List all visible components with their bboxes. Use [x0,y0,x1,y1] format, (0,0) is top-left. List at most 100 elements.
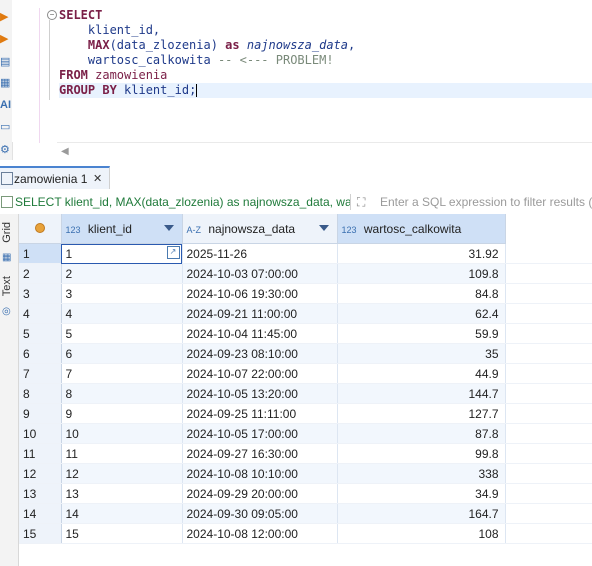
table-row[interactable]: 12 12 2024-10-08 10:10:00 338 [19,463,592,484]
cell-wartosc-calkowita[interactable]: 127.7 [337,403,506,424]
sql-code[interactable]: SELECT klient_id, MAX(data_zlozenia) as … [59,8,355,98]
cell-najnowsza-data[interactable]: 2024-09-23 08:10:00 [182,343,338,364]
row-number: 4 [19,303,62,324]
text-view-tab[interactable]: Text [1,276,13,296]
cell-klient-id[interactable]: 3 [61,283,183,304]
cell-wartosc-calkowita[interactable]: 164.7 [337,503,506,524]
cell-najnowsza-data[interactable]: 2024-10-08 10:10:00 [182,463,338,484]
close-tab-icon[interactable]: ✕ [93,169,102,189]
folder-icon[interactable]: ▭ [0,120,12,134]
code-line[interactable]: klient_id, [59,23,355,38]
record-icon[interactable]: ◎ [2,306,11,317]
cell-najnowsza-data[interactable]: 2024-10-05 17:00:00 [182,423,338,444]
cell-value: 5 [23,326,30,341]
table-row[interactable]: 7 7 2024-10-07 22:00:00 44.9 [19,363,592,384]
table-row[interactable]: 10 10 2024-10-05 17:00:00 87.8 [19,423,592,444]
select-all-corner[interactable] [19,214,62,244]
filter-expand-icon[interactable]: ⛶ [357,190,365,214]
ai-assistant-icon[interactable]: AI [0,98,12,112]
cell-value: 9 [23,406,30,421]
cell-klient-id[interactable]: 6 [61,343,183,364]
cell-wartosc-calkowita[interactable]: 31.92 [337,243,506,264]
table-row[interactable]: 4 4 2024-09-21 11:00:00 62.4 [19,303,592,324]
explain-plan-icon[interactable]: ▤ [0,55,12,69]
cell-klient-id[interactable]: 4 [61,303,183,324]
cell-klient-id[interactable]: 2 [61,263,183,284]
column-header-klient-id[interactable]: 123 klient_id [61,214,183,244]
cell-klient-id[interactable]: 14 [61,503,183,524]
sql-editor[interactable]: − SELECT klient_id, MAX(data_zlozenia) a… [12,0,592,143]
cell-najnowsza-data[interactable]: 2024-09-29 20:00:00 [182,483,338,504]
code-line[interactable]: GROUP BY klient_id; [59,83,355,98]
column-header-wartosc-calkowita[interactable]: 123 wartosc_calkowita [337,214,506,244]
cell-klient-id[interactable]: 13 [61,483,183,504]
tab-results[interactable]: zamowienia 1 ✕ [0,166,110,189]
sort-dropdown-icon[interactable] [163,225,174,231]
cell-najnowsza-data[interactable]: 2024-10-06 19:30:00 [182,283,338,304]
execute-icon[interactable]: ▶ [0,10,12,24]
table-row[interactable]: 5 5 2024-10-04 11:45:00 59.9 [19,323,592,344]
cell-klient-id[interactable]: 1 ↗ [61,243,183,264]
open-value-editor-icon[interactable]: ↗ [166,246,180,259]
cell-najnowsza-data[interactable]: 2024-10-08 12:00:00 [182,523,338,544]
cell-klient-id[interactable]: 7 [61,363,183,384]
table-row[interactable]: 6 6 2024-09-23 08:10:00 35 [19,343,592,364]
execute-script-icon[interactable]: ▶ [0,32,12,46]
cell-klient-id[interactable]: 11 [61,443,183,464]
table-row[interactable]: 13 13 2024-09-29 20:00:00 34.9 [19,483,592,504]
table-row[interactable]: 3 3 2024-10-06 19:30:00 84.8 [19,283,592,304]
cell-najnowsza-data[interactable]: 2024-10-05 13:20:00 [182,383,338,404]
grid-view-tab[interactable]: Grid [1,222,13,243]
cell-wartosc-calkowita[interactable]: 44.9 [337,363,506,384]
format-icon[interactable]: ▦ [0,76,12,90]
cell-wartosc-calkowita[interactable]: 99.8 [337,443,506,464]
cell-najnowsza-data[interactable]: 2024-10-03 07:00:00 [182,263,338,284]
cell-klient-id[interactable]: 10 [61,423,183,444]
results-grid[interactable]: 123 klient_id A-Z najnowsza_data 123 war… [19,214,592,566]
cell-najnowsza-data[interactable]: 2024-09-21 11:00:00 [182,303,338,324]
cell-najnowsza-data[interactable]: 2025-11-26 [182,243,338,264]
cell-wartosc-calkowita[interactable]: 35 [337,343,506,364]
code-line[interactable]: FROM zamowienia [59,68,355,83]
cell-najnowsza-data[interactable]: 2024-10-07 22:00:00 [182,363,338,384]
table-row[interactable]: 11 11 2024-09-27 16:30:00 99.8 [19,443,592,464]
cell-wartosc-calkowita[interactable]: 109.8 [337,263,506,284]
cell-najnowsza-data[interactable]: 2024-10-04 11:45:00 [182,323,338,344]
table-row[interactable]: 1 1 ↗ 2025-11-26 31.92 [19,243,592,264]
table-row[interactable]: 8 8 2024-10-05 13:20:00 144.7 [19,383,592,404]
table-row[interactable]: 2 2 2024-10-03 07:00:00 109.8 [19,263,592,284]
cell-najnowsza-data[interactable]: 2024-09-25 11:11:00 [182,403,338,424]
cell-klient-id[interactable]: 8 [61,383,183,404]
code-line[interactable]: MAX(data_zlozenia) as najnowsza_data, [59,38,355,53]
tab-label: zamowienia 1 [14,172,88,186]
cell-wartosc-calkowita[interactable]: 84.8 [337,283,506,304]
editor-horizontal-scrollbar[interactable]: ◀ [57,142,592,161]
cell-najnowsza-data[interactable]: 2024-09-27 16:30:00 [182,443,338,464]
cell-klient-id[interactable]: 5 [61,323,183,344]
table-row[interactable]: 9 9 2024-09-25 11:11:00 127.7 [19,403,592,424]
cell-wartosc-calkowita[interactable]: 59.9 [337,323,506,344]
code-line[interactable]: SELECT [59,8,355,23]
settings-icon[interactable]: ⚙ [0,143,12,157]
cell-wartosc-calkowita[interactable]: 34.9 [337,483,506,504]
cell-wartosc-calkowita[interactable]: 338 [337,463,506,484]
cell-wartosc-calkowita[interactable]: 87.8 [337,423,506,444]
cell-klient-id[interactable]: 9 [61,403,183,424]
scroll-left-icon[interactable]: ◀ [61,146,69,157]
filter-input[interactable]: Enter a SQL expression to filter results… [380,190,592,214]
table-row[interactable]: 14 14 2024-09-30 09:05:00 164.7 [19,503,592,524]
cell-wartosc-calkowita[interactable]: 108 [337,523,506,544]
divider [350,194,351,210]
fold-toggle-icon[interactable]: − [47,10,57,20]
cell-wartosc-calkowita[interactable]: 144.7 [337,383,506,404]
column-header-najnowsza-data[interactable]: A-Z najnowsza_data [182,214,338,244]
cell-wartosc-calkowita[interactable]: 62.4 [337,303,506,324]
grid-icon[interactable]: ▦ [2,252,11,263]
code-line[interactable]: wartosc_calkowita -- <--- PROBLEM! [59,53,355,68]
cell-najnowsza-data[interactable]: 2024-09-30 09:05:00 [182,503,338,524]
cell-klient-id[interactable]: 15 [61,523,183,544]
cell-klient-id[interactable]: 12 [61,463,183,484]
table-row[interactable]: 15 15 2024-10-08 12:00:00 108 [19,523,592,544]
sort-dropdown-icon[interactable] [318,225,329,231]
cell-value: 11 [65,446,78,461]
